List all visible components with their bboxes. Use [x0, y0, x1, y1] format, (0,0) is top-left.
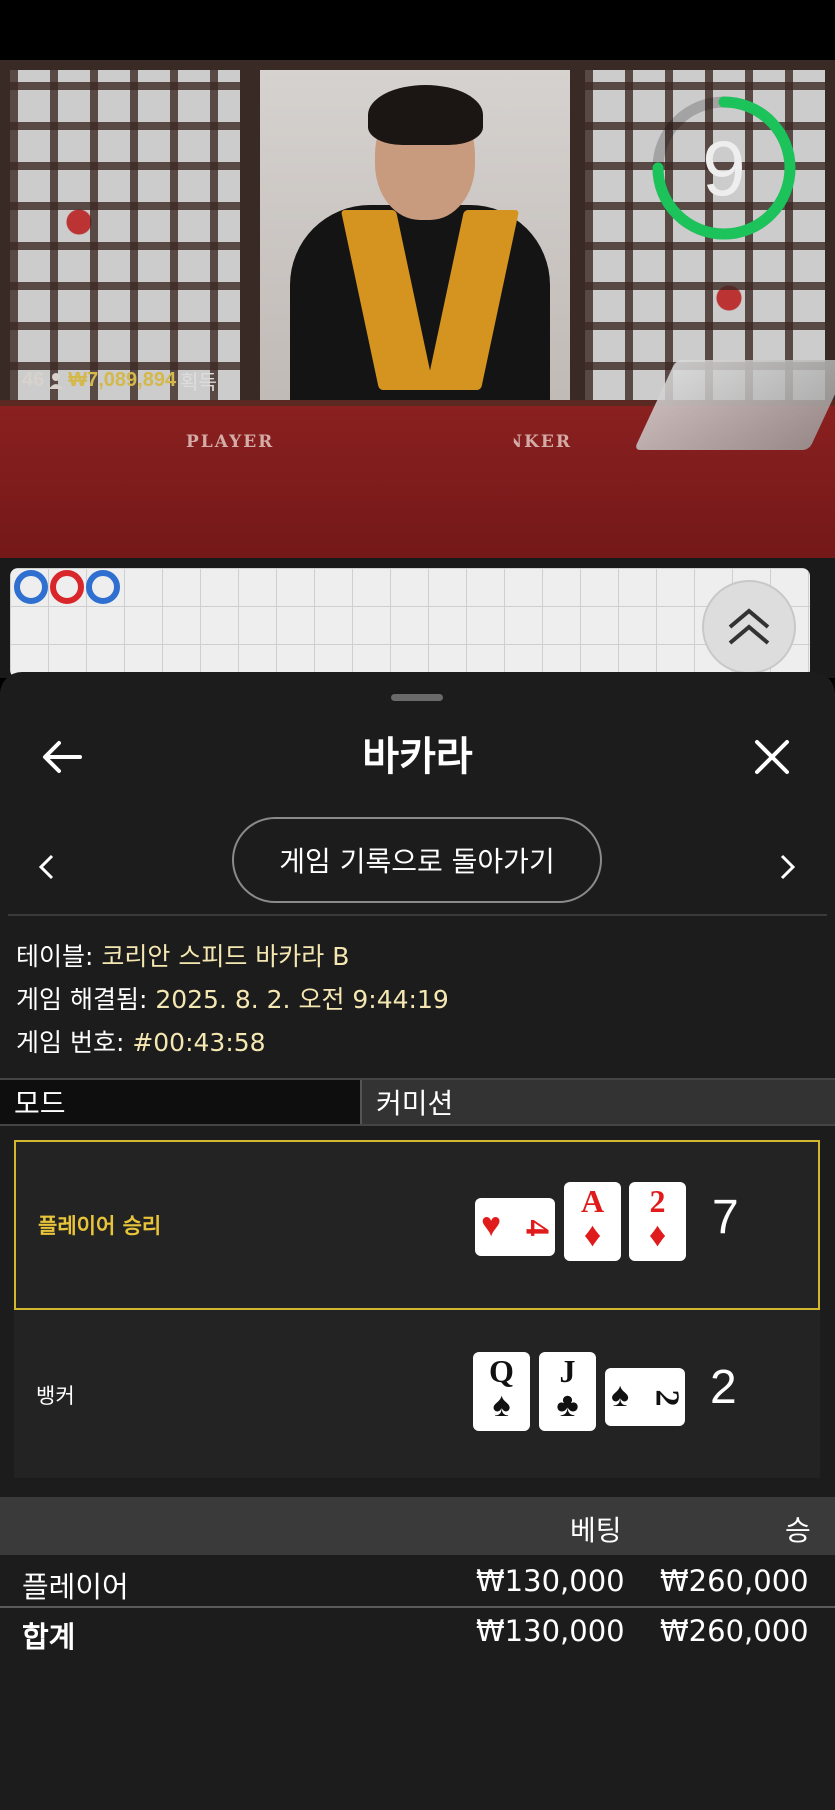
banker-hand-label: 뱅커 [36, 1384, 75, 1408]
felt-label-player: PLAYER [186, 432, 275, 452]
winnings-amount: ₩7,089,894 [68, 369, 177, 391]
winnings-suffix: 획득 [180, 372, 217, 394]
road-marker-player [86, 570, 120, 604]
close-button[interactable] [737, 722, 807, 792]
player-card-3: 2 ♦ [629, 1182, 686, 1261]
game-number-value: #00:43:58 [132, 1028, 266, 1057]
resolved-info: 게임 해결됨: 2025. 8. 2. 오전 9:44:19 [16, 980, 449, 1016]
bet-total-bet: ₩130,000 [476, 1614, 625, 1648]
status-bar [0, 0, 835, 60]
card-suit: ♦ [648, 1217, 667, 1254]
tab-commission[interactable]: 커미션 [362, 1080, 835, 1124]
bet-total-win: ₩260,000 [660, 1614, 809, 1648]
bet-row-bet: ₩130,000 [476, 1564, 625, 1598]
banker-card-1: Q ♠ [473, 1352, 530, 1431]
resolved-value: 2025. 8. 2. 오전 9:44:19 [155, 985, 449, 1014]
card-suit: ♦ [583, 1217, 602, 1254]
card-suit: ♠ [492, 1387, 511, 1424]
player-hand-label: 플레이어 승리 [38, 1214, 162, 1238]
table-label: 테이블: [16, 942, 94, 971]
banker-hand: 뱅커 Q ♠ J ♣ ♠ 2 2 [14, 1312, 820, 1482]
double-chevron-up-icon [728, 608, 770, 645]
road-marker-player [14, 570, 48, 604]
next-game-button[interactable] [758, 822, 818, 912]
bet-total-row: 합계 ₩130,000 ₩260,000 [0, 1606, 835, 1654]
player-score: 7 [712, 1191, 739, 1244]
card-suit: ♣ [556, 1387, 579, 1424]
game-number-label: 게임 번호: [16, 1028, 125, 1057]
game-number-info: 게임 번호: #00:43:58 [16, 1023, 266, 1059]
bet-row-name: 플레이어 [22, 1570, 129, 1604]
hands-panel: 플레이어 승리 ♥ 4 A ♦ 2 ♦ 7 뱅커 Q ♠ J ♣ ♠ 2 2 [14, 1140, 820, 1478]
chevron-left-icon [38, 854, 54, 880]
win-column-header: 승 [785, 1514, 811, 1547]
card-rank: 2 [648, 1389, 686, 1407]
player-card-1: ♥ 4 [475, 1198, 556, 1256]
user-icon [49, 372, 64, 389]
bet-total-name: 합계 [22, 1620, 76, 1654]
bet-row-win: ₩260,000 [660, 1564, 809, 1598]
player-hand: 플레이어 승리 ♥ 4 A ♦ 2 ♦ 7 [14, 1140, 820, 1310]
divider [8, 914, 827, 916]
bet-row: 플레이어 ₩130,000 ₩260,000 [0, 1558, 835, 1606]
previous-game-button[interactable] [16, 822, 76, 912]
card-rank: Q [489, 1353, 514, 1389]
chevron-right-icon [780, 854, 796, 880]
tab-mode[interactable]: 모드 [0, 1080, 362, 1124]
card-suit: ♠ [611, 1377, 630, 1414]
mode-tabs: 모드 커미션 [0, 1078, 835, 1126]
banker-card-3: ♠ 2 [605, 1368, 686, 1426]
banker-card-2: J ♣ [539, 1352, 596, 1431]
expand-roadmap-button[interactable] [702, 580, 796, 674]
card-rank: 2 [649, 1183, 666, 1219]
card-rank: A [580, 1183, 605, 1219]
player-card-2: A ♦ [564, 1182, 621, 1261]
roadmap-grid [10, 568, 810, 678]
table-info: 테이블: 코리안 스피드 바카라 B [16, 937, 349, 973]
game-history-sheet: 바카라 게임 기록으로 돌아가기 테이블: 코리안 스피드 바카라 B 게임 해… [0, 672, 835, 1810]
countdown-number: 9 [702, 123, 746, 212]
road-marker-banker [50, 570, 84, 604]
close-icon [755, 740, 789, 774]
bet-table-header: 베팅 승 [0, 1497, 835, 1555]
card-rank: J [559, 1353, 576, 1389]
player-count: 46 [22, 369, 45, 391]
card-rank: 4 [518, 1219, 556, 1237]
page-title: 바카라 [362, 734, 473, 780]
sheet-drag-handle[interactable] [391, 694, 443, 701]
back-to-history-button[interactable]: 게임 기록으로 돌아가기 [232, 817, 602, 903]
resolved-label: 게임 해결됨: [16, 985, 148, 1014]
dealer-hair [368, 85, 483, 145]
winners-stats: 46 ₩7,089,894 획득 [22, 366, 217, 395]
table-value: 코리안 스피드 바카라 B [101, 942, 350, 971]
banker-score: 2 [710, 1361, 737, 1414]
card-suit: ♥ [481, 1207, 502, 1244]
bet-column-header: 베팅 [570, 1514, 622, 1547]
